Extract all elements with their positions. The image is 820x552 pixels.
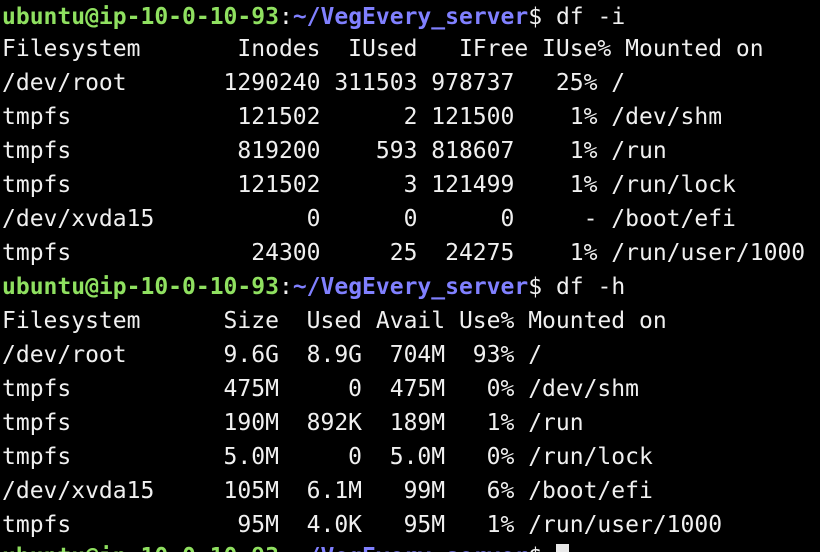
prompt-user-host: ubuntu@ip-10-0-10-93 <box>2 544 279 552</box>
inode-table-header: Filesystem Inodes IUsed IFree IUse% Moun… <box>2 36 764 62</box>
inode-table-row: tmpfs 121502 2 121500 1% /dev/shm <box>2 104 723 130</box>
terminal-window[interactable]: ubuntu@ip-10-0-10-93:~/VegEvery_server$ … <box>0 0 820 552</box>
prompt-line-df-i: ubuntu@ip-10-0-10-93:~/VegEvery_server$ … <box>2 0 625 34</box>
prompt-separator: : <box>278 274 293 300</box>
size-table-row: tmpfs 5.0M 0 5.0M 0% /run/lock <box>2 444 653 470</box>
active-prompt-line[interactable]: ubuntu@ip-10-0-10-93:~/VegEvery_server$ <box>2 540 569 552</box>
size-table-row: /dev/root 9.6G 8.9G 704M 93% / <box>2 342 543 368</box>
prompt-path: ~/VegEvery_server <box>293 544 528 552</box>
prompt-user-host: ubuntu@ip-10-0-10-93 <box>2 4 279 30</box>
size-table-row: tmpfs 190M 892K 189M 1% /run <box>2 410 584 436</box>
size-table-row: tmpfs 475M 0 475M 0% /dev/shm <box>2 376 639 402</box>
prompt-user-host: ubuntu@ip-10-0-10-93 <box>2 274 279 300</box>
prompt-symbol: $ <box>528 544 542 552</box>
text-cursor[interactable] <box>555 544 569 552</box>
inode-table-row: /dev/xvda15 0 0 0 - /boot/efi <box>2 206 736 232</box>
prompt-line-df-h: ubuntu@ip-10-0-10-93:~/VegEvery_server$ … <box>2 270 625 304</box>
prompt-symbol: $ <box>528 4 543 30</box>
prompt-separator: : <box>279 544 293 552</box>
command-text: df -i <box>555 4 626 30</box>
inode-table-row: tmpfs 121502 3 121499 1% /run/lock <box>2 172 736 198</box>
size-table-header: Filesystem Size Used Avail Use% Mounted … <box>2 308 667 334</box>
size-table-row: /dev/xvda15 105M 6.1M 99M 6% /boot/efi <box>2 478 653 504</box>
command-text: df -h <box>555 274 626 300</box>
prompt-symbol: $ <box>528 274 543 300</box>
inode-table-row: tmpfs 24300 25 24275 1% /run/user/1000 <box>2 240 806 266</box>
prompt-path: ~/VegEvery_server <box>292 4 529 30</box>
prompt-path: ~/VegEvery_server <box>292 274 529 300</box>
inode-table-row: tmpfs 819200 593 818607 1% /run <box>2 138 667 164</box>
prompt-separator: : <box>278 4 293 30</box>
inode-table-row: /dev/root 1290240 311503 978737 25% / <box>2 70 626 96</box>
size-table-row: tmpfs 95M 4.0K 95M 1% /run/user/1000 <box>2 512 723 538</box>
